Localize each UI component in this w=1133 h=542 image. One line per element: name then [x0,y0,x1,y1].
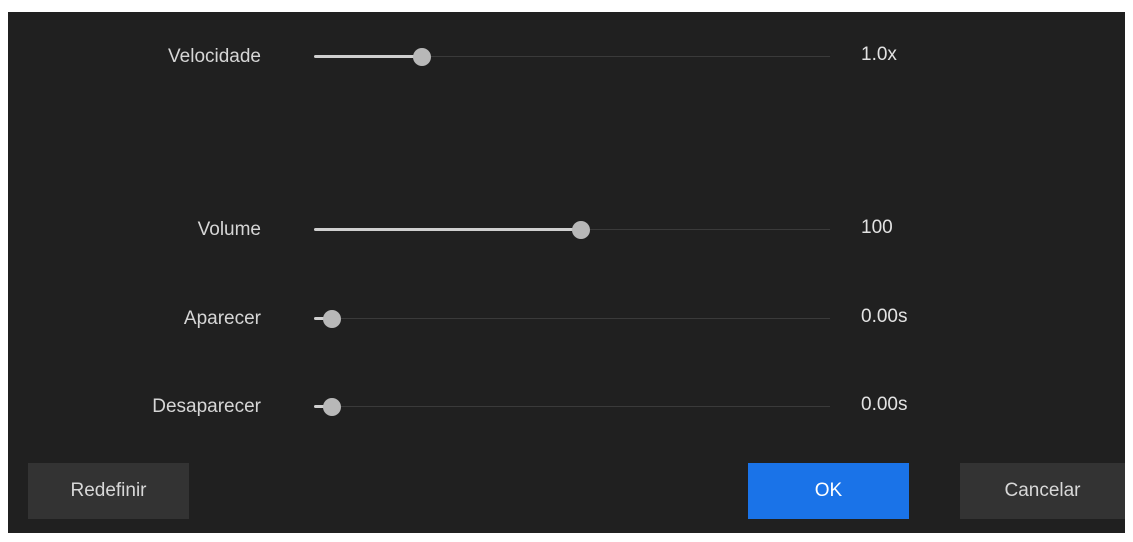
fade-out-value: 0.00s [861,394,908,415]
ok-button[interactable]: OK [748,463,909,519]
fade-in-slider-thumb[interactable] [323,310,341,328]
fade-in-slider-track [314,318,830,319]
reset-button[interactable]: Redefinir [28,463,189,519]
speed-value: 1.0x [861,44,897,65]
speed-slider-thumb[interactable] [412,48,431,66]
volume-value: 100 [861,217,893,238]
volume-slider-thumb[interactable] [572,221,590,239]
speed-slider[interactable] [314,36,830,76]
fade-out-slider-track [314,406,830,407]
fade-out-row: Desaparecer 0.00s [8,386,1125,426]
speed-slider-fill [314,55,422,58]
cancel-button[interactable]: Cancelar [960,463,1125,519]
volume-label: Volume [197,219,261,240]
fade-out-slider[interactable] [314,386,830,426]
fade-in-row: Aparecer 0.00s [8,298,1125,338]
audio-settings-dialog: Velocidade 1.0x Volume 100 Aparecer 0.00… [8,12,1125,533]
volume-row: Volume 100 [8,209,1125,249]
fade-in-label: Aparecer [183,308,261,329]
fade-out-label: Desaparecer [152,396,261,417]
volume-slider-fill [314,228,581,231]
speed-label: Velocidade [168,46,261,67]
speed-row: Velocidade 1.0x [8,36,1125,76]
fade-in-slider[interactable] [314,298,830,338]
fade-out-slider-thumb[interactable] [323,398,341,416]
fade-in-value: 0.00s [861,306,908,327]
volume-slider[interactable] [314,209,830,249]
